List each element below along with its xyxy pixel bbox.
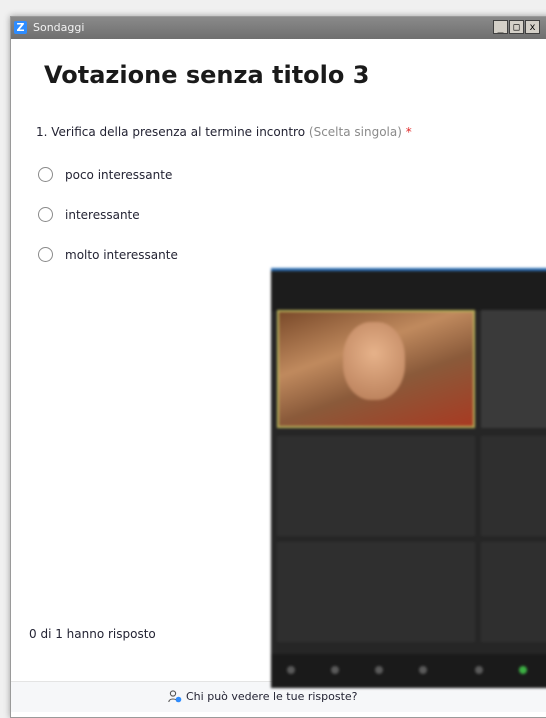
option-interessante[interactable]: interessante <box>38 207 140 222</box>
active-speaker-tile <box>277 310 475 428</box>
mute-icon <box>287 666 295 674</box>
video-controls-bar <box>271 654 546 688</box>
maximize-button[interactable]: □ <box>509 20 524 34</box>
option-molto-interessante[interactable]: molto interessante <box>38 247 178 262</box>
required-marker: * <box>405 125 412 139</box>
option-label: interessante <box>65 207 140 222</box>
option-poco-interessante[interactable]: poco interessante <box>38 167 172 182</box>
participants-icon <box>419 666 427 674</box>
video-topbar <box>271 268 546 311</box>
chat-icon <box>475 666 483 674</box>
participant-tile <box>481 436 546 536</box>
poll-title: Votazione senza titolo 3 <box>44 61 370 89</box>
zoom-logo-icon: Z <box>14 21 27 34</box>
participant-tile <box>481 310 546 428</box>
title-bar[interactable]: Z Sondaggi _ □ x <box>11 17 546 39</box>
visibility-info-link[interactable]: Chi può vedere le tue risposte? <box>168 690 358 703</box>
option-label: poco interessante <box>65 167 173 182</box>
minimize-button[interactable]: _ <box>493 20 508 34</box>
question-label: 1. Verifica della presenza al termine in… <box>36 125 306 139</box>
window-title: Sondaggi <box>33 21 85 34</box>
person-icon <box>168 690 182 703</box>
participant-tile <box>481 542 546 642</box>
visibility-link-label: Chi può vedere le tue risposte? <box>186 690 358 703</box>
radio-button[interactable] <box>38 247 53 262</box>
radio-button[interactable] <box>38 167 53 182</box>
radio-button[interactable] <box>38 207 53 222</box>
participant-tile <box>277 436 475 536</box>
question-text: 1. Verifica della presenza al termine in… <box>36 125 412 139</box>
response-count: 0 di 1 hanno risposto <box>29 627 156 641</box>
participant-tile <box>277 542 475 642</box>
close-button[interactable]: x <box>525 20 540 34</box>
security-icon <box>375 666 383 674</box>
question-type-hint: (Scelta singola) <box>308 125 402 139</box>
option-label: molto interessante <box>65 247 178 262</box>
video-icon <box>331 666 339 674</box>
meeting-video-thumbnail <box>271 268 546 688</box>
window-controls: _ □ x <box>493 20 541 34</box>
share-screen-icon <box>519 666 527 674</box>
participant-face-image <box>343 322 405 400</box>
